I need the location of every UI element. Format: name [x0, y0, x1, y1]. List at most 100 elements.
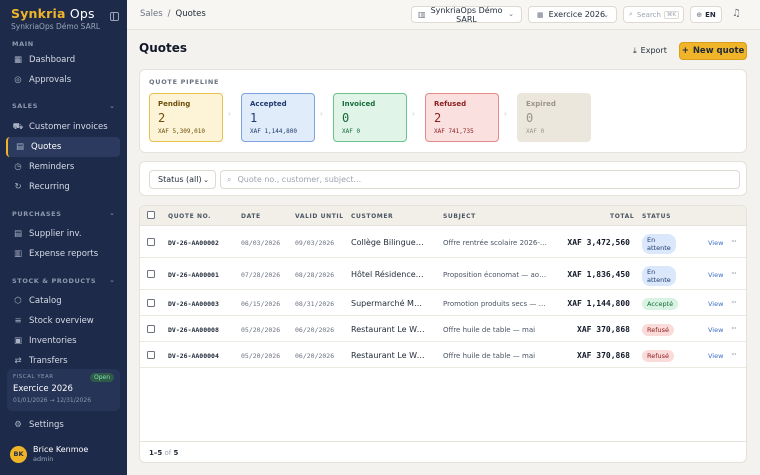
sidebar-item-settings[interactable]: ⚙ Settings — [6, 415, 120, 435]
search-icon: ⌕ — [629, 10, 633, 18]
calendar-icon: ▦ — [537, 10, 544, 19]
pipeline-stage-accepted[interactable]: Accepted 1 XAF 1,144,800 — [241, 93, 315, 142]
status-filter-select[interactable]: Status (all) ⌄ — [149, 170, 216, 189]
sidebar-section-purchases[interactable]: PURCHASES — [12, 210, 62, 218]
row-checkbox[interactable] — [147, 299, 155, 307]
view-link[interactable]: View — [708, 326, 723, 334]
view-link[interactable]: View — [708, 300, 723, 308]
sidebar-item-expense-reports[interactable]: ▥ Expense reports — [6, 244, 120, 264]
clipboard-icon: ▣ — [13, 336, 23, 346]
user-role: admin — [33, 455, 54, 463]
column-status[interactable]: STATUS — [642, 213, 671, 220]
chevron-down-icon[interactable]: ⌄ — [109, 276, 115, 284]
sidebar-section-sales[interactable]: SALES — [12, 102, 38, 110]
chevron-down-icon[interactable]: ⌄ — [109, 209, 115, 217]
column-valid-until[interactable]: VALID UNTIL — [295, 213, 344, 220]
document-icon: ▤ — [13, 229, 23, 239]
customer-link[interactable]: Restaurant Le Wouri — [351, 351, 425, 360]
globe-icon: ⊕ — [696, 10, 703, 19]
quote-pipeline: QUOTE PIPELINE Pending 2 XAF 5,309,010 ›… — [139, 69, 747, 153]
customer-link[interactable]: Collège Bilingue Les Pionniers — [351, 238, 425, 247]
layers-icon: ≡ — [14, 316, 22, 326]
table-footer: 1–5 of 5 — [140, 441, 746, 462]
sidebar-item-approvals[interactable]: ◎ Approvals — [6, 70, 120, 90]
pipeline-stage-expired[interactable]: Expired 0 XAF 0 — [517, 93, 591, 142]
column-subject[interactable]: SUBJECT — [443, 213, 476, 220]
customer-link[interactable]: Restaurant Le Wouri — [351, 325, 425, 334]
clock-icon: ◷ — [14, 162, 22, 172]
sidebar-item-reminders[interactable]: ◷ Reminders — [6, 157, 120, 177]
table-row[interactable]: DV-26-AA00002 08/03/2026 09/03/2026 Coll… — [140, 227, 746, 258]
organization-selector[interactable]: ▥ SynkriaOps Démo SARL ⌄ — [411, 6, 522, 24]
chevron-down-icon: ⌄ — [203, 175, 209, 184]
brand-org-name: SynkriaOps Démo SARL — [11, 22, 101, 31]
pipeline-stage-invoiced[interactable]: Invoiced 0 XAF 0 — [333, 93, 407, 142]
row-checkbox[interactable] — [147, 270, 155, 278]
table-row[interactable]: DV-26-AA00008 05/20/2026 06/20/2026 Rest… — [140, 317, 746, 342]
row-checkbox[interactable] — [147, 238, 155, 246]
column-total[interactable]: TOTAL — [610, 213, 634, 220]
document-icon: ▤ — [15, 142, 25, 152]
breadcrumb: Sales / Quotes — [140, 9, 206, 19]
select-all-checkbox[interactable] — [147, 211, 155, 219]
sidebar-item-dashboard[interactable]: ▦ Dashboard — [6, 50, 120, 70]
fiscal-year-selector[interactable]: ▦ Exercice 2026 ⌄ — [528, 6, 617, 23]
export-button[interactable]: ⤓ Export — [626, 42, 674, 59]
sidebar-item-stock-overview[interactable]: ≡ Stock overview — [6, 311, 120, 331]
repeat-icon: ↻ — [14, 182, 22, 192]
topbar: Sales / Quotes ▥ SynkriaOps Démo SARL ⌄ ▦ E… — [127, 0, 760, 30]
more-actions-icon[interactable]: ··· — [731, 269, 736, 278]
bell-icon[interactable]: ♫ — [732, 8, 741, 19]
pipeline-stage-refused[interactable]: Refused 2 XAF 741,735 — [425, 93, 499, 142]
table-row[interactable]: DV-26-AA00004 05/20/2026 06/20/2026 Rest… — [140, 343, 746, 368]
grid-icon: ▦ — [13, 55, 23, 65]
new-quote-button[interactable]: + New quote — [679, 42, 747, 60]
sidebar-collapse-icon[interactable] — [110, 12, 119, 21]
more-actions-icon[interactable]: ··· — [731, 324, 736, 333]
table-row[interactable]: DV-26-AA00001 07/28/2026 08/28/2026 Hôte… — [140, 259, 746, 290]
sidebar-item-recurring[interactable]: ↻ Recurring — [6, 177, 120, 197]
more-actions-icon[interactable]: ··· — [731, 298, 736, 307]
breadcrumb-sales[interactable]: Sales — [140, 9, 163, 19]
sidebar-item-supplier-invoices[interactable]: ▤ Supplier inv. — [6, 224, 120, 244]
chevron-down-icon[interactable]: ⌄ — [109, 102, 115, 110]
pipeline-stage-pending[interactable]: Pending 2 XAF 5,309,010 — [149, 93, 223, 142]
view-link[interactable]: View — [708, 352, 723, 360]
table-header: QUOTE NO. DATE VALID UNTIL CUSTOMER SUBJ… — [140, 206, 746, 226]
brand[interactable]: Synkria Ops SynkriaOps Démo SARL — [11, 6, 100, 31]
column-quote-no[interactable]: QUOTE NO. — [168, 213, 211, 220]
more-actions-icon[interactable]: ··· — [731, 350, 736, 359]
sidebar-item-catalog[interactable]: ⬡ Catalog — [6, 291, 120, 311]
sidebar-section-stock[interactable]: STOCK & PRODUCTS — [12, 277, 96, 285]
sidebar-item-quotes[interactable]: ▤ Quotes — [6, 137, 120, 157]
arrow-right-icon: › — [320, 110, 323, 118]
cart-icon: ⛟ — [12, 121, 24, 132]
arrow-right-icon: › — [504, 110, 507, 118]
column-customer[interactable]: CUSTOMER — [351, 213, 393, 220]
chevron-down-icon: ⌄ — [508, 10, 514, 18]
column-date[interactable]: DATE — [241, 213, 261, 220]
sidebar-item-transfers[interactable]: ⇄ Transfers — [6, 351, 120, 371]
avatar: BK — [10, 445, 27, 463]
row-checkbox[interactable] — [147, 325, 155, 333]
sidebar-item-customer-invoices[interactable]: ⛟ Customer invoices — [6, 117, 120, 137]
breadcrumb-separator-icon: / — [167, 9, 171, 19]
more-actions-icon[interactable]: ··· — [731, 237, 736, 246]
language-selector[interactable]: ⊕ EN — [690, 6, 722, 23]
arrow-right-icon: › — [412, 110, 415, 118]
quotes-table: QUOTE NO. DATE VALID UNTIL CUSTOMER SUBJ… — [139, 205, 747, 463]
view-link[interactable]: View — [708, 271, 723, 279]
chevron-down-icon: ⌄ — [603, 10, 609, 19]
row-checkbox[interactable] — [147, 351, 155, 359]
status-badge: En attente — [642, 234, 676, 254]
fiscal-year-card[interactable]: FISCAL YEAR Open Exercice 2026 01/01/202… — [7, 369, 120, 411]
quote-search-input[interactable]: ⌕ Quote no., customer, subject... — [220, 170, 740, 189]
customer-link[interactable]: Supermarché Mahima — [351, 299, 425, 308]
table-row[interactable]: DV-26-AA00003 06/15/2026 08/31/2026 Supe… — [140, 291, 746, 316]
sidebar-item-inventories[interactable]: ▣ Inventories — [6, 331, 120, 351]
user-profile[interactable]: BK Brice Kenmoe admin — [10, 445, 88, 463]
view-link[interactable]: View — [708, 239, 723, 247]
customer-link[interactable]: Hôtel Résidence La Falaise — [351, 270, 425, 279]
fiscal-year-range: 01/01/2026 → 12/31/2026 — [13, 397, 92, 404]
global-search[interactable]: ⌕ Search ⌘K — [623, 6, 684, 23]
